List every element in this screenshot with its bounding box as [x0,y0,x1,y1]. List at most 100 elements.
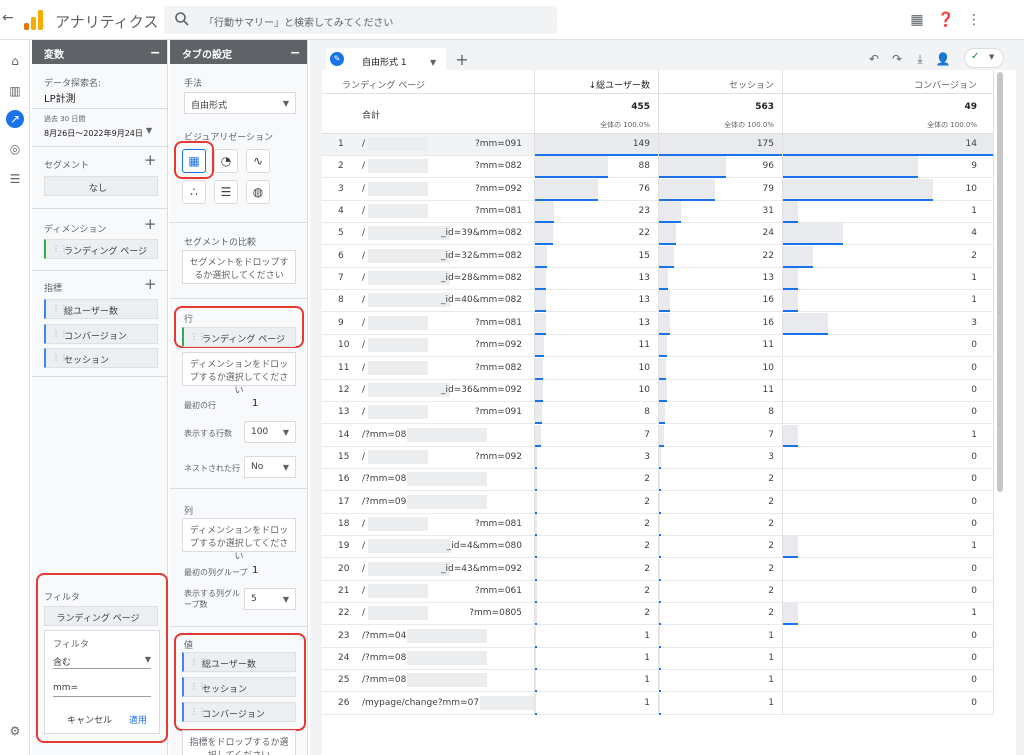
drag-grip-icon[interactable]: ⋮⋮ [190,682,206,691]
users-cell[interactable]: 1 [535,692,659,715]
users-cell[interactable]: 2 [535,558,659,581]
add-dimension-icon[interactable]: + [144,215,157,233]
landing-page-cell[interactable]: 22 / ?mm=0805 [322,603,535,626]
sessions-cell[interactable]: 1 [659,692,783,715]
landing-page-cell[interactable]: 6 / _id=32&mm=082 [322,245,535,268]
landing-page-cell[interactable]: 24 /?mm=080 [322,648,535,671]
metric-chip-users[interactable]: ⋮⋮ 総ユーザー数 [44,299,158,319]
sessions-cell[interactable]: 96 [659,156,783,179]
home-icon[interactable]: ⌂ [6,52,24,70]
show-cols-select[interactable]: 5 ▼ [244,588,296,610]
landing-page-cell[interactable]: 20 / _id=43&mm=092 [322,558,535,581]
drag-grip-icon[interactable]: ⋮⋮ [190,707,206,716]
reports-icon[interactable]: ▥ [6,82,24,100]
conversions-cell[interactable]: 1 [783,536,994,559]
metric-chip-conversions[interactable]: ⋮⋮ コンバージョン [44,324,158,344]
table-row[interactable]: 1 / ?mm=091 149 175 14 [322,134,994,156]
table-row[interactable]: 26/mypage/change?mm=071 1 1 0 [322,692,994,715]
status-check-button[interactable]: ✓ ▼ [964,48,1004,68]
table-row[interactable]: 22/?mm=0805 2 2 1 [322,603,994,626]
explore-icon[interactable]: ↗ [6,110,24,128]
filter-value-input[interactable]: mm= [53,679,151,697]
table-row[interactable]: 8 / _id=40&mm=082 13 16 1 [322,290,994,313]
landing-page-cell[interactable]: 4 / ?mm=081 [322,201,535,224]
column-header-users[interactable]: ↓総ユーザー数 [535,70,659,94]
table-viz-icon[interactable]: ▦ [182,149,206,173]
help-icon[interactable]: ❓ [937,11,955,29]
landing-page-cell[interactable]: 9 / ?mm=081 [322,312,535,335]
table-row[interactable]: 11 / ?mm=082 10 10 0 [322,357,994,380]
landing-page-cell[interactable]: 3 / ?mm=092 [322,178,535,201]
landing-page-cell[interactable]: 19 / _id=4&mm=080 [322,536,535,559]
landing-page-cell[interactable]: 14 /?mm=082 [322,424,535,447]
nested-rows-select[interactable]: No ▼ [244,456,296,478]
first-row-input[interactable]: 1 [252,398,258,409]
value-chip-conversions[interactable]: ⋮⋮ コンバージョン [182,702,296,722]
conversions-cell[interactable]: 1 [783,290,994,313]
date-dropdown-icon[interactable]: ▼ [146,126,152,135]
table-row[interactable]: 13 / ?mm=091 8 8 0 [322,402,994,425]
sessions-cell[interactable]: 7 [659,424,783,447]
download-icon[interactable]: ⤓ [911,50,929,68]
conversions-cell[interactable]: 1 [783,201,994,224]
show-rows-select[interactable]: 100 ▼ [244,421,296,443]
filter-dimension-chip[interactable]: ランディング ページ [44,606,158,626]
table-row[interactable]: 2 / ?mm=082 88 96 9 [322,156,994,179]
sessions-cell[interactable]: 1 [659,670,783,693]
conversions-cell[interactable]: 0 [783,692,994,715]
filter-operator-select[interactable]: 含む ▼ [53,651,151,669]
metric-chip-sessions[interactable]: ⋮⋮ セッション [44,348,158,368]
conversions-cell[interactable]: 9 [783,156,994,179]
exploration-name[interactable]: LP計測 [44,90,76,105]
sessions-cell[interactable]: 8 [659,402,783,425]
landing-page-cell[interactable]: 17 /?mm=092 [322,491,535,514]
users-cell[interactable]: 2 [535,469,659,492]
table-row[interactable]: 20/_id=43&mm=092 2 2 0 [322,558,994,581]
first-col-input[interactable]: 1 [252,565,258,576]
conversions-cell[interactable]: 0 [783,335,994,358]
settings-gear-icon[interactable]: ⚙ [6,722,24,740]
dimension-chip-landing-page[interactable]: ⋮⋮ ランディング ページ [44,239,158,259]
users-cell[interactable]: 88 [535,156,659,179]
users-cell[interactable]: 2 [535,536,659,559]
sessions-cell[interactable]: 31 [659,201,783,224]
users-cell[interactable]: 23 [535,201,659,224]
geo-viz-icon[interactable]: ◍ [246,180,270,204]
users-cell[interactable]: 13 [535,290,659,313]
sessions-cell[interactable]: 2 [659,513,783,536]
add-segment-icon[interactable]: + [144,151,157,169]
table-row[interactable]: 23 /?mm=041 1 1 0 [322,625,994,648]
drag-grip-icon[interactable]: ⋮⋮ [190,657,206,666]
edit-pencil-icon[interactable]: ✎ [330,52,344,66]
users-cell[interactable]: 11 [535,335,659,358]
sessions-cell[interactable]: 79 [659,178,783,201]
share-user-icon[interactable]: 👤 [934,50,952,68]
users-cell[interactable]: 7 [535,424,659,447]
landing-page-cell[interactable]: 16 /?mm=081 [322,469,535,492]
sessions-cell[interactable]: 10 [659,357,783,380]
column-header-sessions[interactable]: セッション [659,70,783,94]
table-row[interactable]: 17 /?mm=092 2 2 0 [322,491,994,514]
users-cell[interactable]: 13 [535,268,659,291]
conversions-cell[interactable]: 0 [783,379,994,402]
metric-dropzone[interactable]: 指標をドロップするか選択してください [182,730,296,755]
advertising-icon[interactable]: ◎ [6,140,24,158]
table-row[interactable]: 16 /?mm=081 2 2 0 [322,469,994,492]
table-row[interactable]: 7 / _id=28&mm=082 13 13 1 [322,268,994,291]
users-cell[interactable]: 76 [535,178,659,201]
sessions-cell[interactable]: 13 [659,268,783,291]
sessions-cell[interactable]: 2 [659,536,783,559]
search-input[interactable]: 「行動サマリー」と検索してみてください [164,6,557,34]
users-cell[interactable]: 13 [535,312,659,335]
sessions-cell[interactable]: 2 [659,603,783,626]
conversions-cell[interactable]: 1 [783,424,994,447]
collapse-icon[interactable]: ▁ [291,43,299,54]
drag-grip-icon[interactable]: ⋮⋮ [52,244,68,253]
table-row[interactable]: 10 / ?mm=092 11 11 0 [322,335,994,358]
column-header-landing-page[interactable]: ランディング ページ [322,70,535,94]
landing-page-cell[interactable]: 5 / _id=39&mm=082 [322,223,535,246]
landing-page-cell[interactable]: 26/mypage/change?mm=071 [322,692,535,715]
add-metric-icon[interactable]: + [144,275,157,293]
conversions-cell[interactable]: 0 [783,558,994,581]
sessions-cell[interactable]: 16 [659,312,783,335]
